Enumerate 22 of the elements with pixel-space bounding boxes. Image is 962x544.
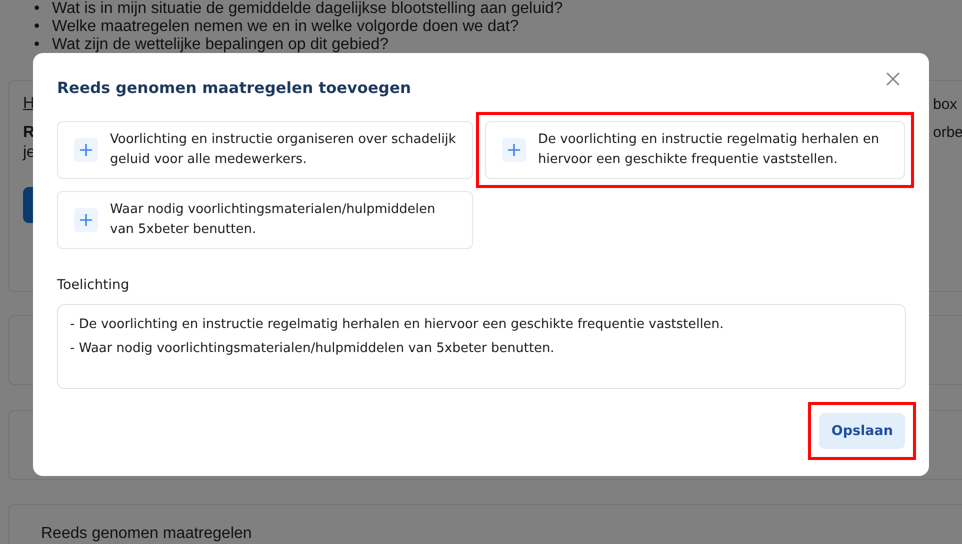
field-label: Toelichting (57, 277, 130, 293)
plus-icon (74, 138, 98, 162)
close-icon[interactable] (885, 71, 901, 87)
question-text: Wat is in mijn situatie de gemiddelde dagelijkse blootstelling aan geluid? (52, 0, 563, 18)
plus-icon (74, 208, 98, 232)
option-button[interactable]: Waar nodig voorlichtingsmaterialen/hulpmiddelen van 5xbeter benutten. (57, 191, 473, 249)
link-text[interactable]: H (23, 95, 35, 113)
body-text: R (23, 124, 35, 141)
question-text: Welke maatregelen nemen we en in welke volgorde doen we dat? (52, 18, 519, 36)
option-button[interactable]: De voorlichting en instructie regelmatig herhalen en hiervoor een geschikte frequentie vaststellen. (485, 121, 905, 179)
section-title: Reeds genomen maatregelen (41, 525, 252, 542)
bullet-mark: • (34, 0, 41, 18)
plus-icon (502, 138, 526, 162)
body-text: orbe (933, 123, 962, 143)
save-button[interactable]: Opslaan (819, 413, 905, 449)
body-text: box (933, 95, 958, 115)
option-button[interactable]: Voorlichting en instructie organiseren over schadelijk geluid voor alle medewerkers. (57, 121, 473, 179)
question-text: Wat zijn de wettelijke bepalingen op dit gebied? (52, 36, 389, 54)
bullet-mark: • (34, 18, 41, 36)
dialog-title: Reeds genomen maatregelen toevoegen (57, 79, 412, 97)
explanation-field[interactable]: - De voorlichting en instructie regelmatig herhalen en hiervoor een geschikte frequentie vaststellen. - Waar nodig voorlichtingsmaterialen/hulpmiddelen van 5xbeter benutten. (57, 304, 906, 389)
bullet-mark: • (34, 36, 41, 54)
